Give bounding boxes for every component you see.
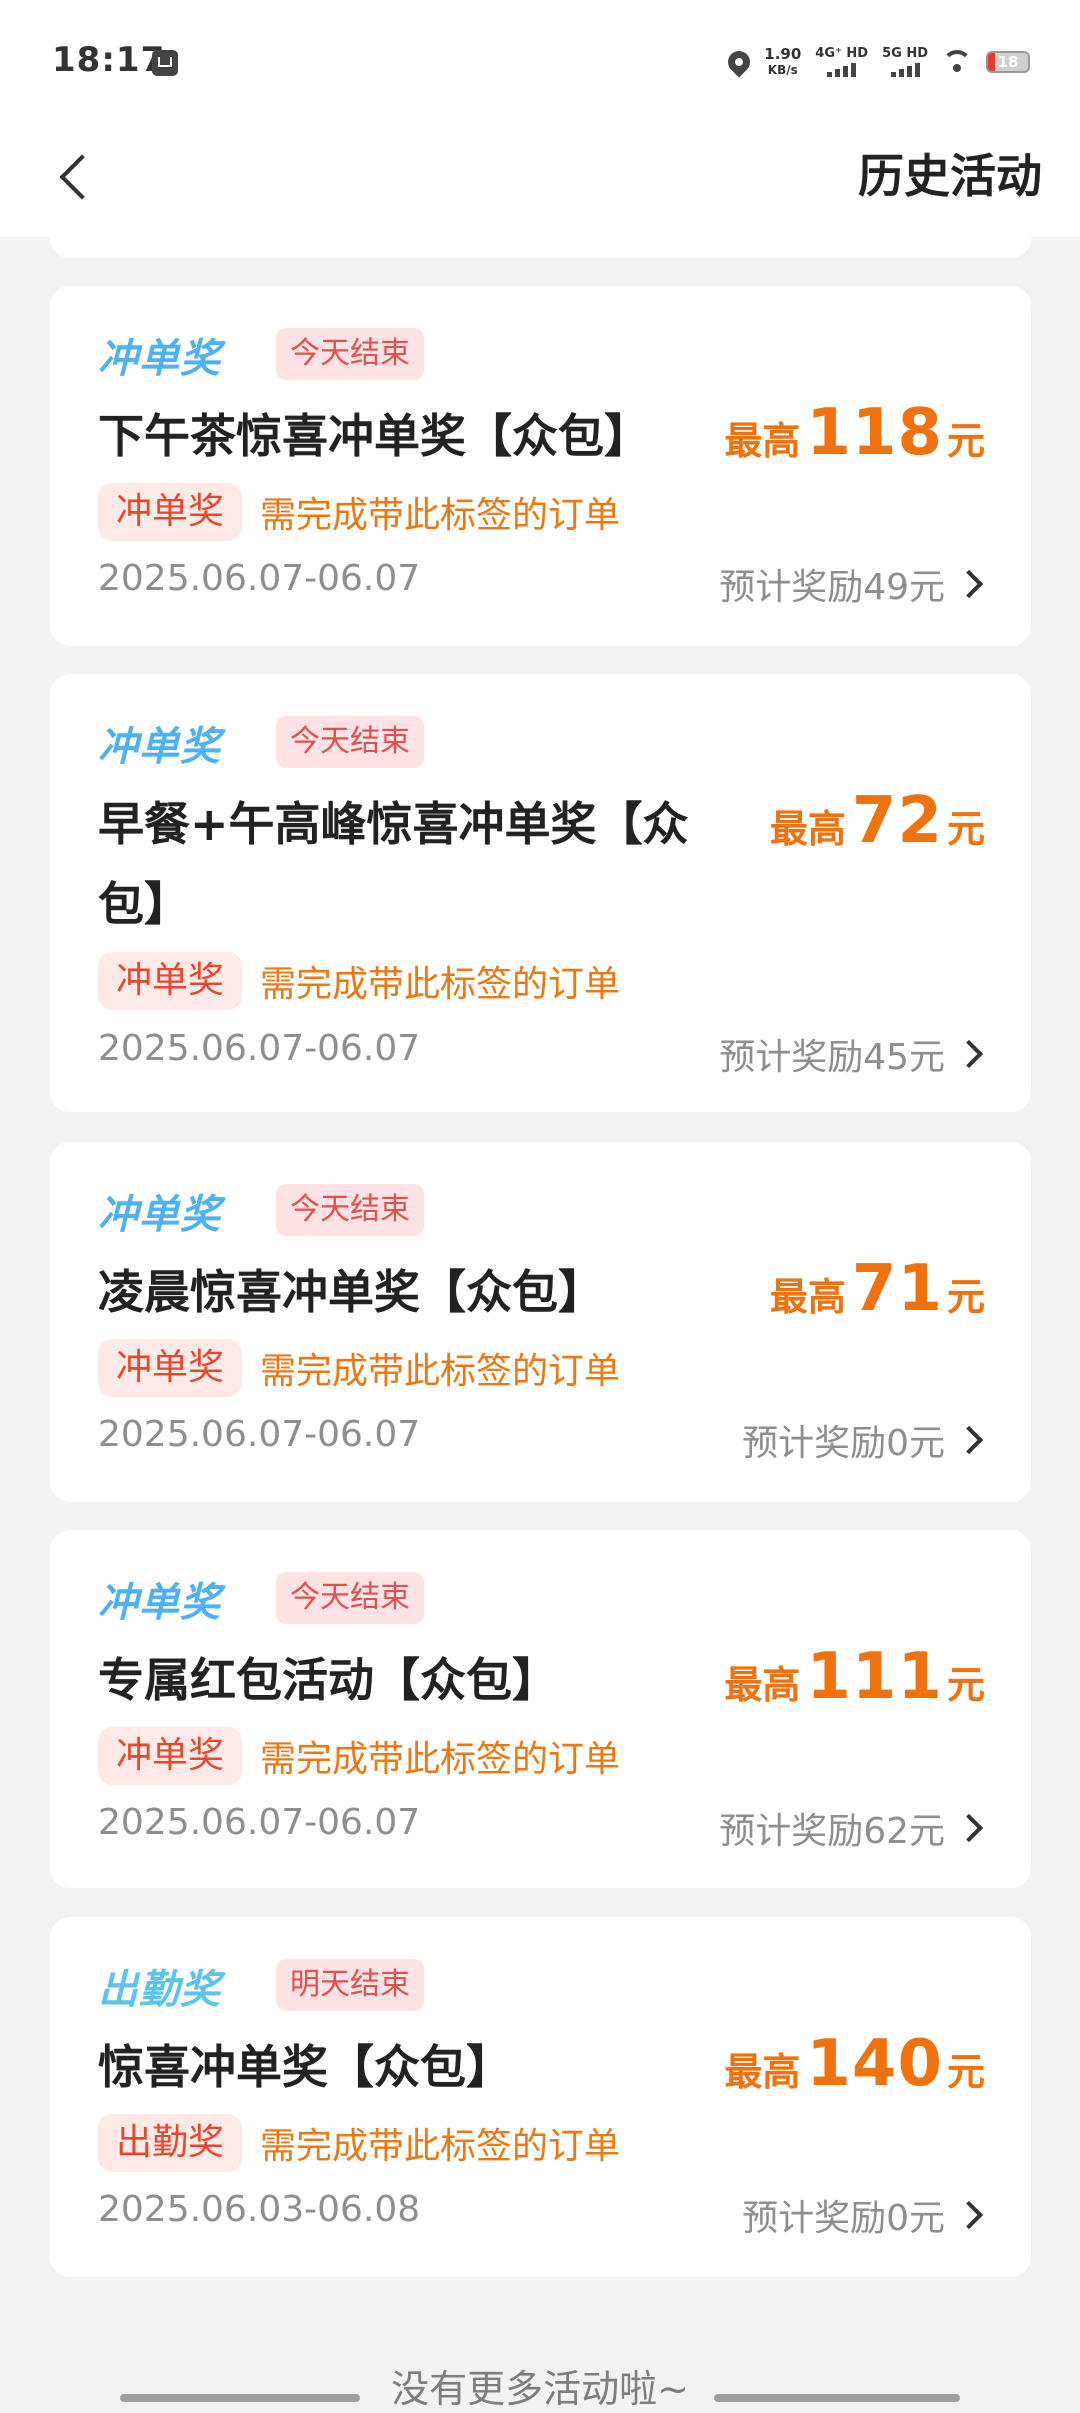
app-notification-icon — [152, 50, 178, 76]
max-reward-value: 118 — [806, 396, 943, 470]
max-reward-unit: 元 — [946, 1663, 985, 1707]
end-time-badge: 今天结束 — [276, 1572, 424, 1624]
tag-description: 需完成带此标签的订单 — [260, 2126, 621, 2167]
wifi-icon — [942, 50, 972, 74]
max-reward-prefix: 最高 — [724, 1663, 801, 1707]
activity-type-label: 冲单奖 — [98, 1192, 221, 1238]
activity-card[interactable]: 冲单奖 今天结束 凌晨惊喜冲单奖【众包】 最高 71 元 冲单奖 需完成带此标签… — [50, 1142, 1031, 1502]
estimate-text: 预计奖励0元 — [742, 2198, 945, 2239]
max-reward-unit: 元 — [946, 2050, 985, 2094]
max-reward-unit: 元 — [946, 1275, 985, 1319]
activity-type-label: 冲单奖 — [98, 724, 221, 770]
status-icons: 1.90 KB/s 4G⁺ HD 5G HD 18 — [723, 40, 1030, 84]
estimate-text: 预计奖励62元 — [719, 1811, 945, 1852]
activity-tag: 冲单奖 — [98, 1339, 243, 1397]
max-reward-value: 111 — [806, 1640, 943, 1714]
date-range: 2025.06.07-06.07 — [98, 1028, 421, 1069]
estimate-text: 预计奖励49元 — [719, 567, 945, 608]
max-reward: 最高 118 元 — [724, 396, 985, 470]
activity-type-label: 出勤奖 — [98, 1967, 221, 2013]
max-reward-prefix: 最高 — [724, 2050, 801, 2094]
chevron-right-icon — [954, 2200, 984, 2230]
status-bar: 18:17 1.90 KB/s 4G⁺ HD 5G HD 18 — [0, 0, 1080, 125]
tag-description: 需完成带此标签的订单 — [260, 1739, 621, 1780]
tag-description: 需完成带此标签的订单 — [260, 1351, 621, 1392]
end-time-badge: 今天结束 — [276, 1184, 424, 1236]
tag-row: 冲单奖 需完成带此标签的订单 — [98, 1727, 620, 1785]
activity-card[interactable]: 冲单奖 今天结束 下午茶惊喜冲单奖【众包】 最高 118 元 冲单奖 需完成带此… — [50, 286, 1031, 646]
status-time: 18:17 — [52, 40, 166, 80]
chevron-right-icon — [954, 569, 984, 599]
estimate-text: 预计奖励45元 — [719, 1037, 945, 1078]
activity-tag: 冲单奖 — [98, 1727, 243, 1785]
max-reward-prefix: 最高 — [769, 1275, 846, 1319]
location-icon — [723, 46, 755, 78]
scroll-indicator-left — [120, 2394, 360, 2402]
max-reward: 最高 140 元 — [724, 2027, 985, 2101]
estimate-link[interactable]: 预计奖励0元 — [742, 2189, 985, 2241]
max-reward-prefix: 最高 — [769, 807, 846, 851]
battery-icon: 18 — [986, 51, 1030, 73]
max-reward: 最高 72 元 — [770, 784, 985, 858]
activity-type-label: 冲单奖 — [98, 1580, 221, 1626]
activity-tag: 出勤奖 — [98, 2114, 243, 2172]
estimate-link[interactable]: 预计奖励62元 — [719, 1802, 985, 1854]
end-time-badge: 今天结束 — [276, 716, 424, 768]
network-speed-value: 1.90 — [764, 45, 802, 63]
date-range: 2025.06.07-06.07 — [98, 1802, 421, 1843]
tag-row: 冲单奖 需完成带此标签的订单 — [98, 952, 620, 1010]
no-more-activities-text: 没有更多活动啦~ — [391, 2367, 689, 2411]
network-5g-label: 5G HD — [882, 46, 928, 61]
max-reward: 最高 71 元 — [770, 1252, 985, 1326]
tag-row: 冲单奖 需完成带此标签的订单 — [98, 483, 620, 541]
activity-card[interactable]: 出勤奖 明天结束 惊喜冲单奖【众包】 最高 140 元 出勤奖 需完成带此标签的… — [50, 1917, 1031, 2277]
tag-description: 需完成带此标签的订单 — [260, 964, 621, 1005]
estimate-link[interactable]: 预计奖励49元 — [719, 558, 985, 610]
max-reward: 最高 111 元 — [724, 1640, 985, 1714]
activity-title: 早餐+午高峰惊喜冲单奖【众包】 — [98, 797, 689, 931]
activity-title: 下午茶惊喜冲单奖【众包】 — [98, 409, 650, 463]
end-time-badge: 今天结束 — [276, 328, 424, 380]
network-speed: 1.90 KB/s — [764, 46, 801, 78]
tag-description: 需完成带此标签的订单 — [260, 495, 621, 536]
max-reward-prefix: 最高 — [724, 419, 801, 463]
activity-title: 惊喜冲单奖【众包】 — [98, 2040, 512, 2094]
network-4g: 4G⁺ HD — [815, 47, 868, 77]
estimate-text: 预计奖励0元 — [742, 1423, 945, 1464]
tag-row: 冲单奖 需完成带此标签的订单 — [98, 1339, 620, 1397]
estimate-link[interactable]: 预计奖励0元 — [742, 1414, 985, 1466]
partial-activity-card[interactable] — [50, 200, 1031, 258]
activity-card[interactable]: 冲单奖 今天结束 早餐+午高峰惊喜冲单奖【众包】 最高 72 元 冲单奖 需完成… — [50, 674, 1031, 1112]
date-range: 2025.06.07-06.07 — [98, 1414, 421, 1455]
max-reward-value: 72 — [851, 784, 943, 858]
activity-card[interactable]: 冲单奖 今天结束 专属红包活动【众包】 最高 111 元 冲单奖 需完成带此标签… — [50, 1530, 1031, 1888]
activity-type-label: 冲单奖 — [98, 336, 221, 382]
max-reward-value: 71 — [851, 1252, 943, 1326]
max-reward-unit: 元 — [946, 419, 985, 463]
chevron-right-icon — [954, 1425, 984, 1455]
network-4g-label: 4G⁺ HD — [815, 46, 869, 61]
activity-tag: 冲单奖 — [98, 483, 243, 541]
chevron-right-icon — [954, 1813, 984, 1843]
max-reward-unit: 元 — [946, 807, 985, 851]
network-5g: 5G HD — [882, 47, 928, 77]
date-range: 2025.06.03-06.08 — [98, 2189, 421, 2230]
date-range: 2025.06.07-06.07 — [98, 558, 421, 599]
estimate-link[interactable]: 预计奖励45元 — [719, 1028, 985, 1080]
activity-title: 专属红包活动【众包】 — [98, 1653, 558, 1707]
signal-bars-icon — [890, 63, 920, 77]
activity-tag: 冲单奖 — [98, 952, 243, 1010]
chevron-right-icon — [954, 1039, 984, 1069]
activity-title: 凌晨惊喜冲单奖【众包】 — [98, 1265, 604, 1319]
tag-row: 出勤奖 需完成带此标签的订单 — [98, 2114, 620, 2172]
signal-bars-icon — [827, 63, 857, 77]
battery-level: 18 — [997, 53, 1019, 71]
scroll-indicator-right — [714, 2394, 960, 2402]
max-reward-value: 140 — [806, 2027, 943, 2101]
end-time-badge: 明天结束 — [276, 1959, 424, 2011]
network-speed-unit: KB/s — [767, 63, 798, 77]
